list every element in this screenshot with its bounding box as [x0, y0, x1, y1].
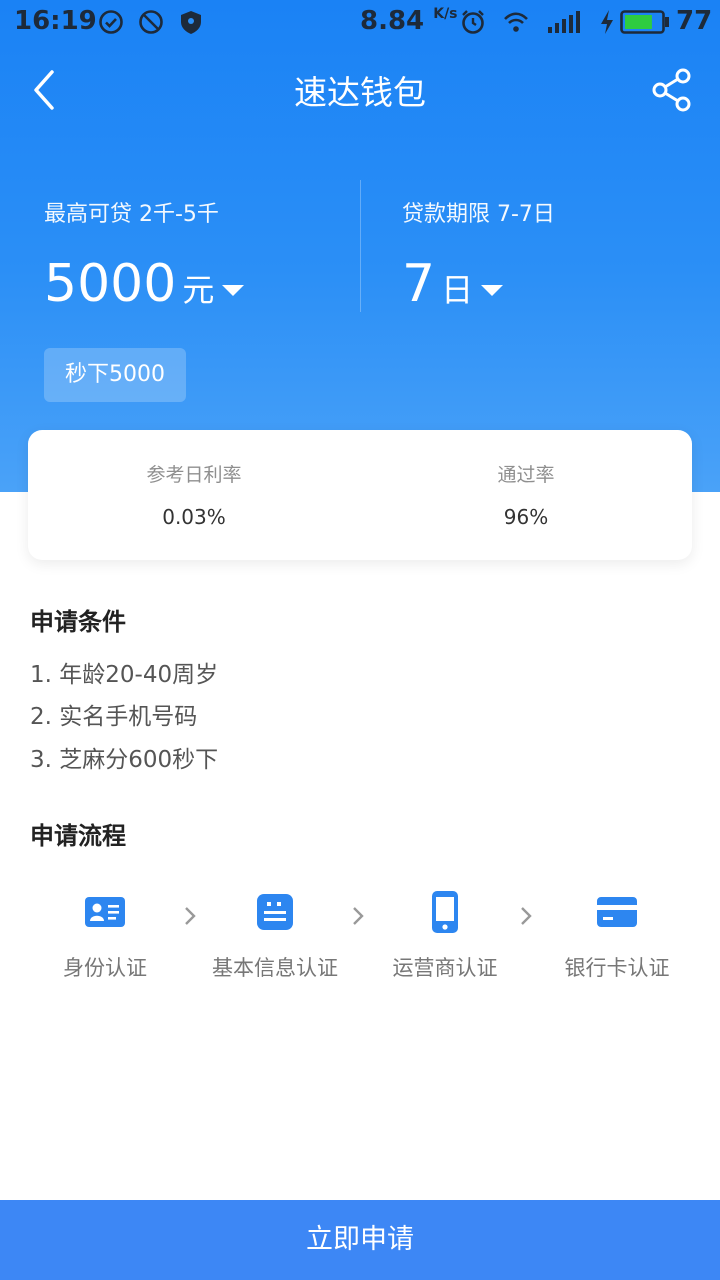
id-card-icon: [85, 897, 125, 927]
info-list-icon: [257, 894, 293, 930]
pass-rate-value: 96%: [503, 505, 549, 529]
step-id-verification[interactable]: 身份认证: [58, 890, 152, 982]
check-circle-icon: [99, 10, 123, 34]
battery-icon: [620, 10, 669, 34]
amount-value: 5000: [44, 254, 177, 314]
divider: [360, 180, 361, 312]
term-selector[interactable]: 7日: [402, 254, 504, 314]
battery-level: 77: [676, 6, 713, 36]
daily-rate-label: 参考日利率: [146, 464, 242, 486]
step-label: 身份认证: [63, 956, 147, 980]
daily-rate-value: 0.03%: [162, 505, 226, 529]
wifi-icon: [504, 12, 528, 32]
phone-icon: [432, 891, 458, 933]
status-bar: 16:19 8.84 K/s 77: [0, 0, 720, 44]
page-title: 速达钱包: [294, 73, 426, 112]
stats-card: 参考日利率 0.03% 通过率 96%: [28, 430, 692, 560]
charging-icon: [601, 10, 613, 34]
caret-down-icon: [222, 285, 245, 296]
amount-caption: 最高可贷 2千-5千: [44, 202, 219, 227]
quick-amount-tag[interactable]: 秒下5000: [44, 348, 186, 402]
condition-item: 2. 实名手机号码: [30, 704, 198, 730]
condition-item: 3. 芝麻分600秒下: [30, 747, 219, 773]
pass-rate-label: 通过率: [497, 464, 555, 486]
signal-4g-icon: [548, 11, 580, 33]
term-unit: 日: [441, 271, 474, 309]
step-carrier[interactable]: 运营商认证: [388, 890, 502, 982]
shield-icon: [181, 11, 201, 34]
caret-down-icon: [481, 285, 504, 296]
share-icon[interactable]: [650, 68, 694, 112]
daily-rate-stat: 参考日利率 0.03%: [28, 460, 360, 529]
step-label: 运营商认证: [392, 956, 498, 980]
pass-rate-stat: 通过率 96%: [360, 460, 692, 529]
step-basic-info[interactable]: 基本信息认证: [208, 890, 342, 982]
apply-button[interactable]: 立即申请: [0, 1200, 720, 1280]
amount-unit: 元: [182, 271, 215, 309]
status-time: 16:19: [14, 6, 97, 36]
network-speed: 8.84 K/s: [360, 6, 458, 36]
amount-selector[interactable]: 5000 元: [44, 254, 245, 314]
term-value: 7: [402, 254, 436, 314]
nav-bar: 速达钱包: [0, 52, 720, 128]
step-label: 基本信息认证: [212, 956, 338, 980]
alarm-icon: [462, 10, 484, 34]
chevron-right-icon: [185, 907, 196, 925]
condition-item: 1. 年龄20-40周岁: [30, 662, 219, 688]
process-title: 申请流程: [30, 822, 126, 850]
step-bank-card[interactable]: 银行卡认证: [560, 890, 674, 982]
term-caption: 贷款期限 7-7日: [402, 202, 555, 227]
no-entry-icon: [139, 10, 163, 34]
chevron-right-icon: [521, 907, 532, 925]
chevron-right-icon: [353, 907, 364, 925]
step-label: 银行卡认证: [564, 956, 670, 980]
bank-card-icon: [597, 897, 637, 927]
conditions-title: 申请条件: [30, 608, 126, 636]
